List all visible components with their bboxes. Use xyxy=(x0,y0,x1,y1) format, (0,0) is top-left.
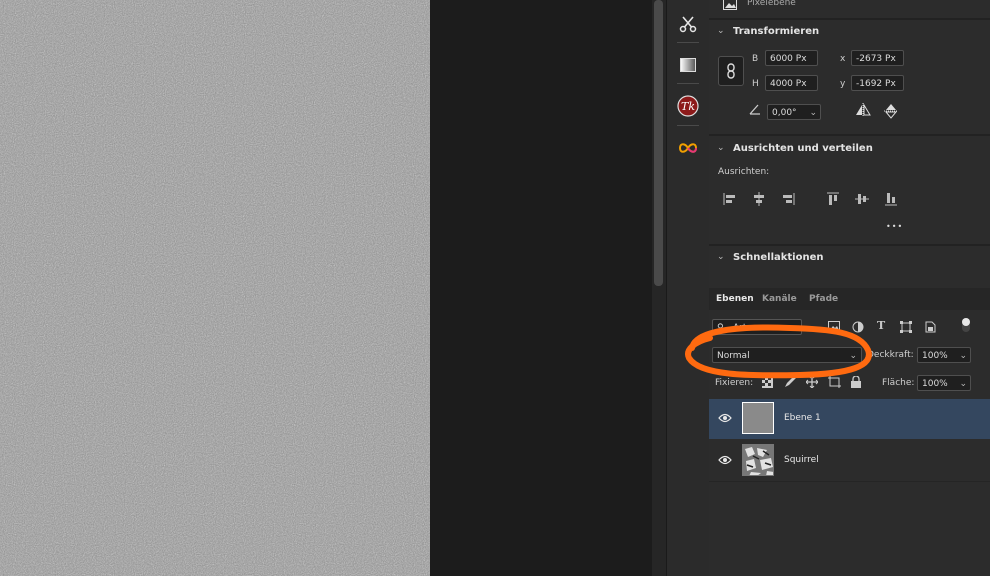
annotation-highlight-circle xyxy=(685,324,872,379)
panel-icon-strip: Tk xyxy=(666,0,710,576)
align-label: Ausrichten: xyxy=(718,167,770,177)
layer-type-label: Pixelebene xyxy=(747,0,796,8)
chevron-down-icon[interactable]: ⌄ xyxy=(717,252,725,262)
tools-scissors-icon[interactable] xyxy=(676,12,700,36)
align-bottom-edges-icon[interactable] xyxy=(884,192,898,209)
layer-thumbnail xyxy=(742,402,774,434)
svg-text:Tk: Tk xyxy=(681,100,695,113)
pasteboard xyxy=(430,0,652,576)
layers-tab-bar: Ebenen Kanäle Pfade xyxy=(709,288,990,310)
x-label: x xyxy=(840,54,846,64)
align-vertical-centers-icon[interactable] xyxy=(855,192,869,209)
align-title: Ausrichten und verteilen xyxy=(733,143,873,154)
layer-row-ebene-1[interactable]: Ebene 1 xyxy=(709,399,990,439)
scrollbar-thumb[interactable] xyxy=(654,0,663,286)
chevron-down-icon[interactable]: ⌄ xyxy=(717,26,725,36)
align-top-edges-icon[interactable] xyxy=(826,192,840,209)
quick-actions-title: Schnellaktionen xyxy=(733,252,824,263)
chevron-down-icon: ⌄ xyxy=(809,108,817,118)
y-field[interactable]: -1692 Px xyxy=(851,75,904,91)
visibility-eye-icon[interactable] xyxy=(718,413,732,426)
angle-icon xyxy=(749,103,761,118)
filter-shape-layers-icon[interactable] xyxy=(900,321,912,336)
opacity-field[interactable]: 100% ⌄ xyxy=(917,347,971,363)
layer-thumbnail xyxy=(742,444,774,476)
fill-value: 100% xyxy=(922,379,948,389)
width-field[interactable]: 6000 Px xyxy=(765,50,818,66)
angle-value: 0,00° xyxy=(772,108,797,118)
tab-channels[interactable]: Kanäle xyxy=(762,294,797,304)
flip-horizontal-icon[interactable] xyxy=(855,103,871,120)
transform-title: Transformieren xyxy=(733,26,820,37)
filter-smart-objects-icon[interactable] xyxy=(925,321,936,336)
align-horizontal-centers-icon[interactable] xyxy=(752,192,766,209)
layer-row-squirrel[interactable]: Squirrel xyxy=(709,440,990,480)
filter-toggle-switch[interactable] xyxy=(962,318,970,332)
link-proportions-button[interactable] xyxy=(718,56,744,86)
opacity-value: 100% xyxy=(922,351,948,361)
gradient-swatch-icon[interactable] xyxy=(676,53,700,77)
chevron-down-icon: ⌄ xyxy=(959,379,967,389)
angle-field[interactable]: 0,00° ⌄ xyxy=(767,104,821,120)
layer-type-row: Pixelebene xyxy=(709,0,990,18)
height-label: H xyxy=(752,79,759,89)
chevron-down-icon: ⌄ xyxy=(959,351,967,361)
fill-label: Fläche: xyxy=(882,378,915,388)
fill-field[interactable]: 100% ⌄ xyxy=(917,375,971,391)
layer-name[interactable]: Ebene 1 xyxy=(784,413,821,423)
more-options-button[interactable]: ••• xyxy=(886,222,903,231)
chain-link-icon xyxy=(727,63,735,79)
infinity-plugin-icon[interactable] xyxy=(676,136,700,160)
chevron-down-icon[interactable]: ⌄ xyxy=(717,143,725,153)
width-label: B xyxy=(752,54,759,64)
tab-paths[interactable]: Pfade xyxy=(809,294,838,304)
flip-vertical-icon[interactable] xyxy=(884,103,898,122)
align-right-edges-icon[interactable] xyxy=(781,192,795,209)
image-layer-icon xyxy=(723,0,737,13)
visibility-eye-icon[interactable] xyxy=(718,455,732,468)
document-canvas[interactable] xyxy=(0,0,430,576)
tk-plugin-icon[interactable]: Tk xyxy=(676,94,700,118)
height-field[interactable]: 4000 Px xyxy=(765,75,818,91)
layer-name[interactable]: Squirrel xyxy=(784,455,819,465)
tab-layers[interactable]: Ebenen xyxy=(716,294,754,304)
align-left-edges-icon[interactable] xyxy=(723,192,737,209)
x-field[interactable]: -2673 Px xyxy=(851,50,904,66)
properties-layers-panel: Pixelebene ⌄ Transformieren B 6000 Px x … xyxy=(709,0,990,576)
y-label: y xyxy=(840,79,846,89)
